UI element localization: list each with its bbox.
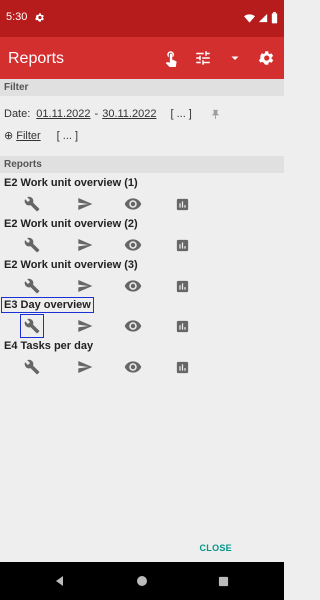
chart-icon[interactable] (173, 195, 191, 213)
page-title: Reports (8, 50, 65, 67)
report-title: E2 Work unit overview (1) (4, 177, 138, 189)
filter-header: Filter (0, 79, 284, 96)
filter-link-row: ⊕ Filter [ ... ] (4, 129, 78, 143)
date-from-link[interactable]: 01.11.2022 (36, 108, 90, 120)
send-icon[interactable] (76, 195, 94, 213)
dropdown-icon[interactable] (224, 47, 246, 69)
report-action-row (0, 357, 284, 377)
chart-icon[interactable] (173, 236, 191, 254)
filter-link[interactable]: Filter (16, 130, 40, 142)
pin-icon[interactable] (210, 109, 221, 120)
report-action-row (0, 314, 284, 338)
eye-icon[interactable] (124, 358, 142, 376)
chart-icon[interactable] (173, 277, 191, 295)
app-bar: Reports (0, 37, 284, 79)
wrench-icon[interactable] (20, 314, 44, 338)
home-icon[interactable] (135, 574, 149, 588)
date-to-link[interactable]: 30.11.2022 (102, 108, 156, 120)
report-action-row (0, 276, 284, 296)
signal-icon (258, 13, 268, 23)
report-title: E3 Day overview (1, 297, 94, 313)
navigation-bar (0, 562, 284, 600)
wrench-icon[interactable] (23, 195, 41, 213)
report-title: E4 Tasks per day (4, 340, 94, 352)
wrench-icon[interactable] (23, 277, 41, 295)
plus-circle-icon: ⊕ (4, 130, 14, 142)
report-action-row (0, 194, 284, 214)
send-icon[interactable] (76, 358, 94, 376)
close-button[interactable]: CLOSE (199, 543, 232, 553)
eye-icon[interactable] (124, 277, 142, 295)
date-filter-row: Date: 01.11.2022 - 30.11.2022 [ ... ] (4, 108, 221, 120)
filter-more-button[interactable]: [ ... ] (57, 130, 78, 142)
wifi-icon (244, 13, 255, 23)
eye-icon[interactable] (124, 236, 142, 254)
report-title: E2 Work unit overview (3) (4, 259, 138, 271)
status-icons (244, 12, 278, 24)
sliders-icon[interactable] (192, 47, 214, 69)
send-icon[interactable] (76, 236, 94, 254)
report-title: E2 Work unit overview (2) (4, 218, 138, 230)
send-icon[interactable] (76, 277, 94, 295)
report-action-row (0, 235, 284, 255)
eye-icon[interactable] (124, 195, 142, 213)
battery-icon (271, 12, 278, 24)
send-icon[interactable] (76, 317, 94, 335)
settings-icon[interactable] (255, 47, 277, 69)
wrench-icon[interactable] (23, 236, 41, 254)
chart-icon[interactable] (173, 358, 191, 376)
settings-notification-icon (35, 13, 44, 22)
status-bar: 5:30 (0, 0, 284, 37)
wrench-icon[interactable] (23, 358, 41, 376)
date-separator: - (94, 108, 99, 120)
chart-icon[interactable] (173, 317, 191, 335)
eye-icon[interactable] (124, 317, 142, 335)
reports-header: Reports (0, 156, 284, 173)
status-time: 5:30 (6, 11, 28, 23)
recents-icon[interactable] (216, 574, 230, 588)
back-icon[interactable] (53, 574, 67, 588)
date-more-button[interactable]: [ ... ] (170, 108, 191, 120)
date-label: Date: (4, 108, 31, 120)
touch-icon[interactable] (160, 47, 182, 69)
